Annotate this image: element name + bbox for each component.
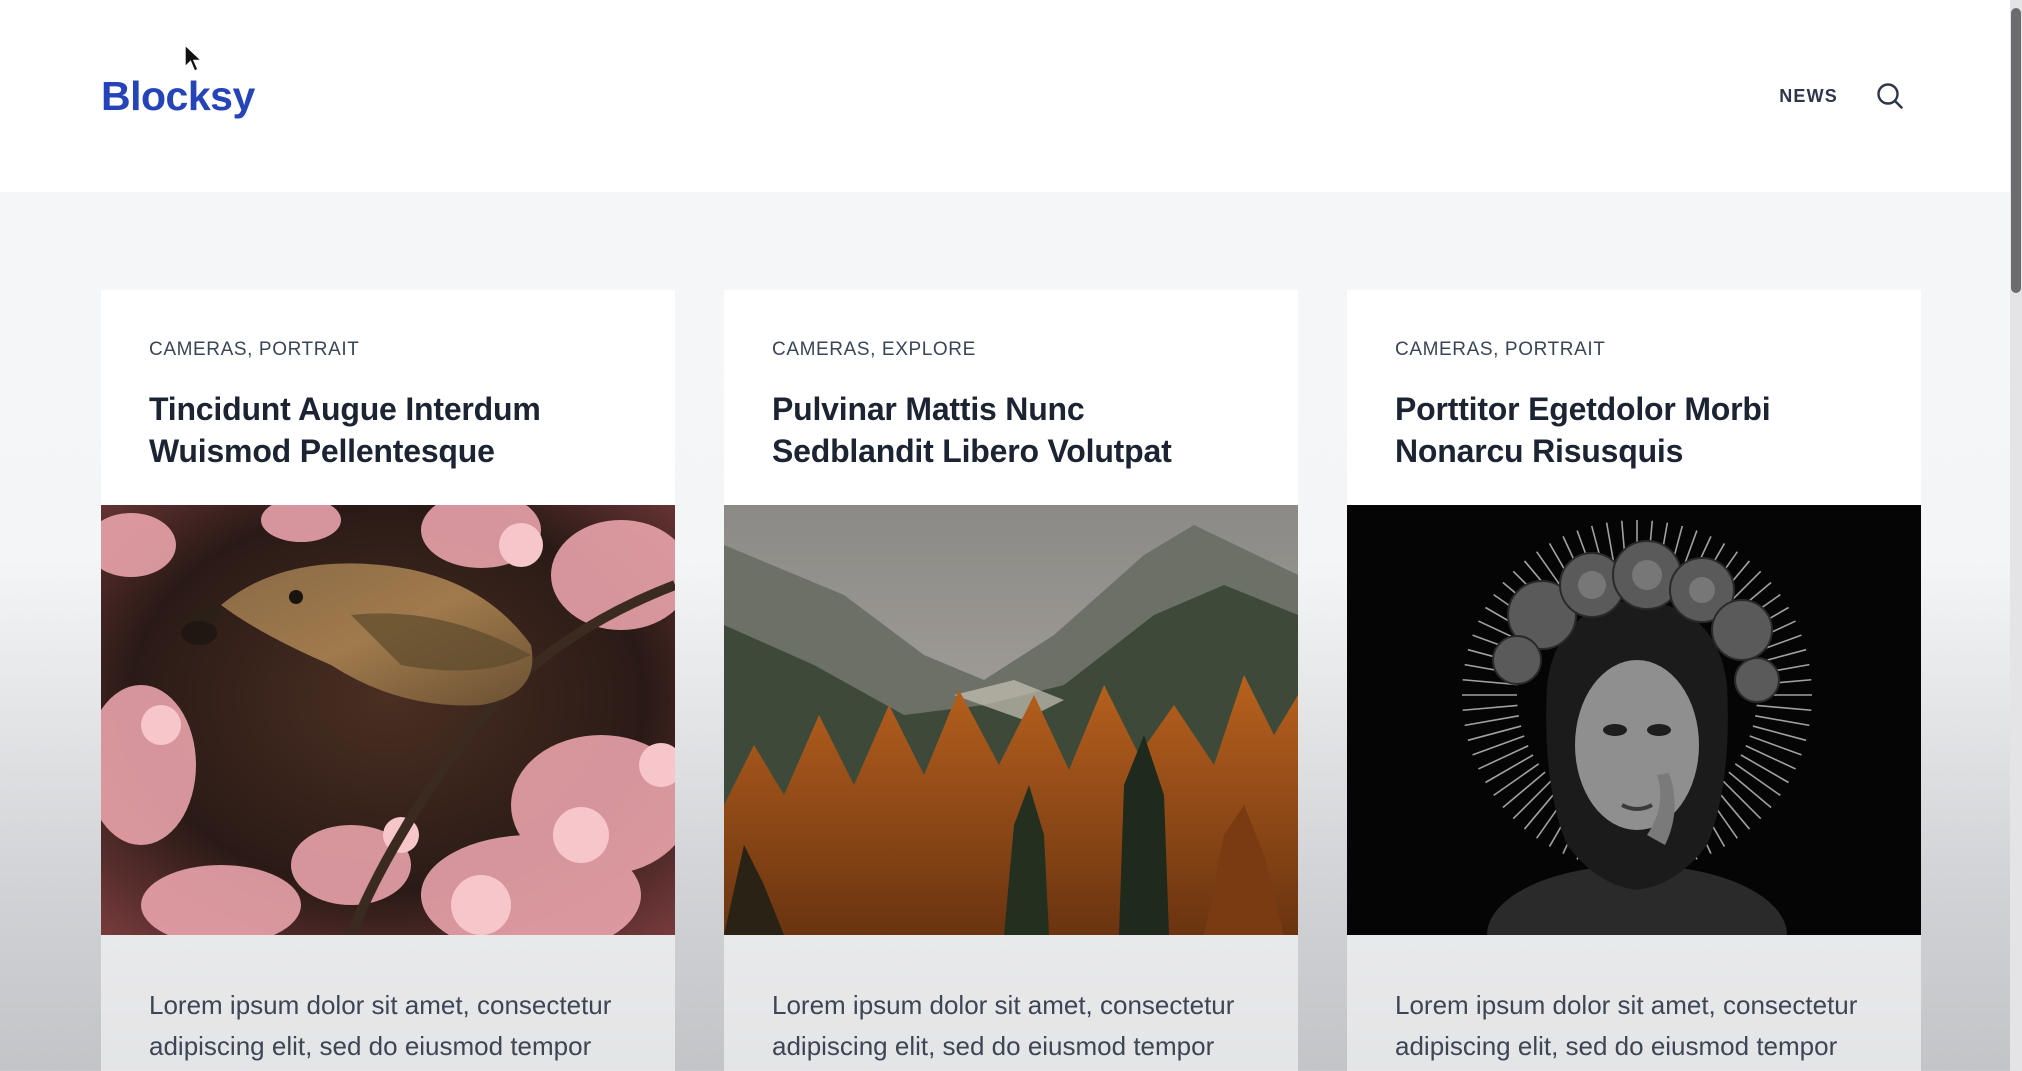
post-card: CAMERAS, EXPLORE Pulvinar Mattis Nunc Se… [724, 290, 1298, 1071]
post-thumbnail-image[interactable] [101, 505, 675, 935]
post-card: CAMERAS, PORTRAIT Tincidunt Augue Interd… [101, 290, 675, 1071]
post-card-header: CAMERAS, EXPLORE Pulvinar Mattis Nunc Se… [724, 290, 1298, 505]
search-button[interactable] [1870, 76, 1910, 116]
scrollbar-thumb[interactable] [2011, 8, 2021, 293]
post-categories[interactable]: CAMERAS, PORTRAIT [1395, 338, 1873, 362]
post-excerpt: Lorem ipsum dolor sit amet, consectetur … [149, 990, 612, 1061]
post-excerpt: Lorem ipsum dolor sit amet, consectetur … [772, 990, 1235, 1061]
post-title[interactable]: Tincidunt Augue Interdum Wuismod Pellent… [149, 388, 627, 472]
post-categories[interactable]: CAMERAS, PORTRAIT [149, 338, 627, 362]
post-thumbnail-image[interactable] [724, 505, 1298, 935]
post-excerpt: Lorem ipsum dolor sit amet, consectetur … [1395, 990, 1858, 1061]
main-nav: NEWS [1779, 76, 1910, 116]
page-scrollbar[interactable] [2010, 0, 2022, 1071]
post-categories[interactable]: CAMERAS, EXPLORE [772, 338, 1250, 362]
mouse-cursor-icon [184, 44, 204, 72]
post-card-header: CAMERAS, PORTRAIT Porttitor Egetdolor Mo… [1347, 290, 1921, 505]
post-card: CAMERAS, PORTRAIT Porttitor Egetdolor Mo… [1347, 290, 1921, 1071]
site-header: Blocksy NEWS [0, 0, 2010, 192]
post-card-header: CAMERAS, PORTRAIT Tincidunt Augue Interd… [101, 290, 675, 505]
post-thumbnail-image[interactable] [1347, 505, 1921, 935]
post-title[interactable]: Porttitor Egetdolor Morbi Nonarcu Risusq… [1395, 388, 1873, 472]
site-logo[interactable]: Blocksy [101, 70, 255, 122]
search-icon [1877, 83, 1903, 109]
nav-item-news[interactable]: NEWS [1779, 76, 1838, 116]
post-title[interactable]: Pulvinar Mattis Nunc Sedblandit Libero V… [772, 388, 1250, 472]
posts-grid: CAMERAS, PORTRAIT Tincidunt Augue Interd… [101, 290, 1921, 1071]
